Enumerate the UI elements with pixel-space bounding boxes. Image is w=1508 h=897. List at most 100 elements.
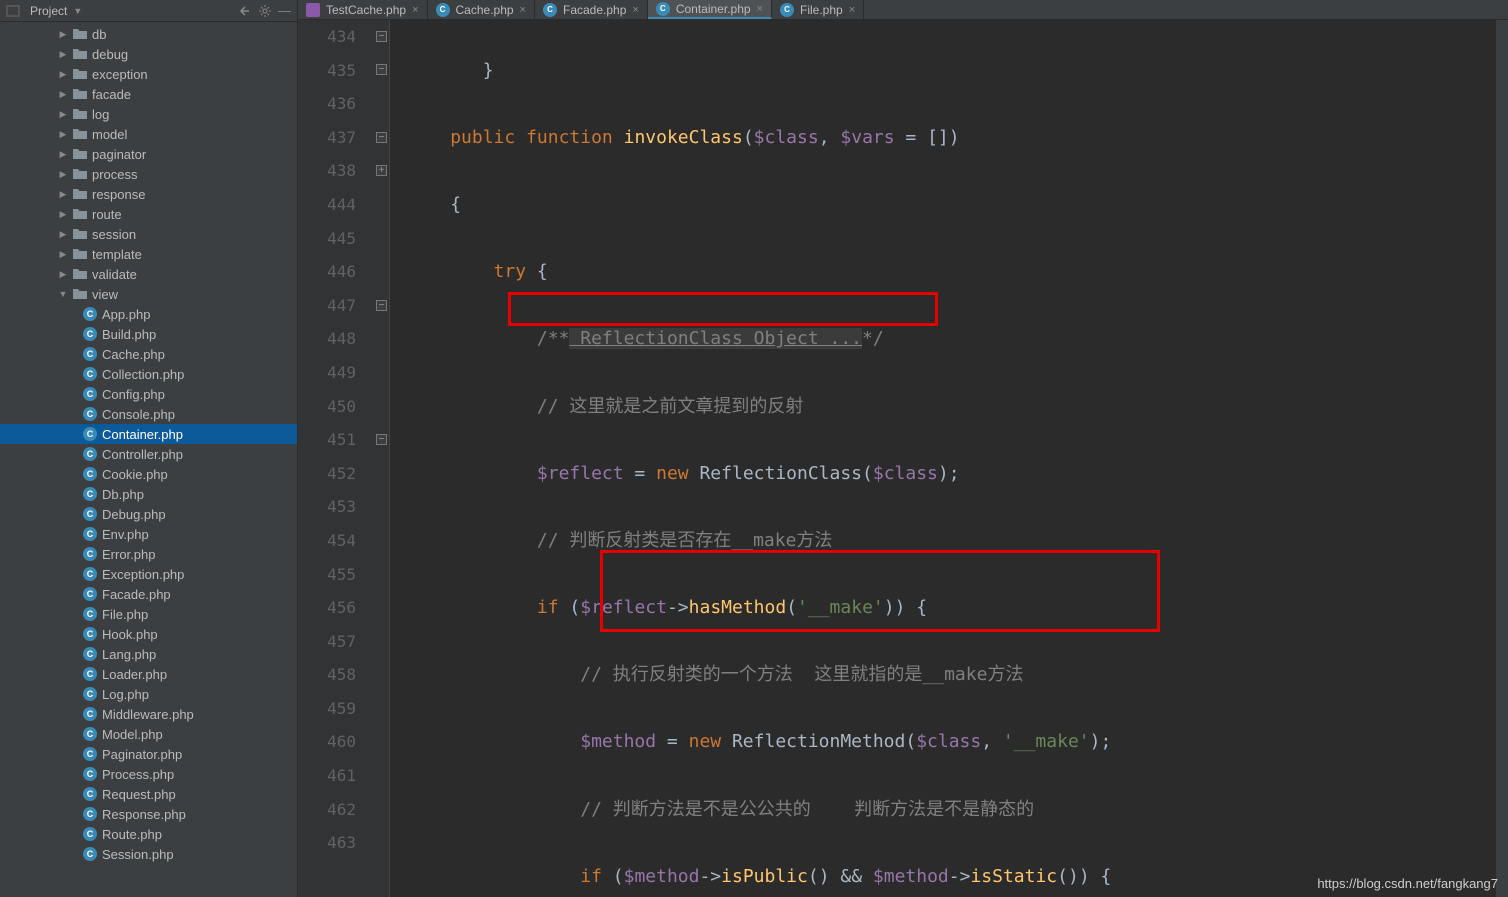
editor-tab[interactable]: CCache.php× bbox=[428, 0, 535, 19]
tree-folder-session[interactable]: ▶session bbox=[0, 224, 297, 244]
tab-label: TestCache.php bbox=[326, 3, 406, 17]
chevron-right-icon: ▶ bbox=[58, 169, 68, 180]
fold-marker[interactable]: − bbox=[376, 434, 387, 445]
tree-file[interactable]: CSession.php bbox=[0, 844, 297, 864]
tree-file[interactable]: CException.php bbox=[0, 564, 297, 584]
chevron-right-icon: ▶ bbox=[58, 89, 68, 100]
minimize-icon[interactable]: — bbox=[278, 3, 291, 18]
tree-item-label: debug bbox=[92, 47, 128, 62]
tree-folder-db[interactable]: ▶db bbox=[0, 24, 297, 44]
file-icon: C bbox=[780, 3, 794, 17]
tree-file[interactable]: CConfig.php bbox=[0, 384, 297, 404]
tree-folder-facade[interactable]: ▶facade bbox=[0, 84, 297, 104]
project-tree[interactable]: ▶db▶debug▶exception▶facade▶log▶model▶pag… bbox=[0, 22, 297, 897]
code-editor[interactable]: 4344354364374384444454464474484494504514… bbox=[298, 20, 1508, 897]
editor-scrollbar[interactable] bbox=[1496, 20, 1508, 897]
php-file-icon: C bbox=[82, 526, 98, 542]
close-icon[interactable]: × bbox=[520, 4, 526, 16]
tree-file[interactable]: CCookie.php bbox=[0, 464, 297, 484]
fold-marker[interactable]: − bbox=[376, 31, 387, 42]
tree-folder-paginator[interactable]: ▶paginator bbox=[0, 144, 297, 164]
chevron-right-icon: ▶ bbox=[58, 129, 68, 140]
tree-file[interactable]: CDebug.php bbox=[0, 504, 297, 524]
tree-folder-model[interactable]: ▶model bbox=[0, 124, 297, 144]
line-number: 437 bbox=[298, 121, 356, 155]
tree-file[interactable]: CDb.php bbox=[0, 484, 297, 504]
tree-file[interactable]: CPaginator.php bbox=[0, 744, 297, 764]
tree-file[interactable]: CCollection.php bbox=[0, 364, 297, 384]
project-label[interactable]: Project bbox=[30, 4, 67, 18]
close-icon[interactable]: × bbox=[632, 4, 638, 16]
tree-file[interactable]: CLang.php bbox=[0, 644, 297, 664]
tree-item-label: Route.php bbox=[102, 827, 162, 842]
fold-marker[interactable]: − bbox=[376, 64, 387, 75]
tree-folder-exception[interactable]: ▶exception bbox=[0, 64, 297, 84]
project-sidebar: Project ▼ — ▶db▶debug▶exception▶facade▶l… bbox=[0, 0, 298, 897]
tree-file[interactable]: CModel.php bbox=[0, 724, 297, 744]
line-number: 451 bbox=[298, 423, 356, 457]
tree-item-label: File.php bbox=[102, 607, 148, 622]
fold-marker[interactable]: − bbox=[376, 132, 387, 143]
editor-tab[interactable]: CFile.php× bbox=[772, 0, 864, 19]
tree-folder-response[interactable]: ▶response bbox=[0, 184, 297, 204]
tree-file[interactable]: CContainer.php bbox=[0, 424, 297, 444]
tree-item-label: Error.php bbox=[102, 547, 155, 562]
tree-file[interactable]: CLog.php bbox=[0, 684, 297, 704]
tree-folder-view[interactable]: ▼view bbox=[0, 284, 297, 304]
line-number: 449 bbox=[298, 356, 356, 390]
tree-file[interactable]: CMiddleware.php bbox=[0, 704, 297, 724]
tree-file[interactable]: CProcess.php bbox=[0, 764, 297, 784]
line-number: 454 bbox=[298, 524, 356, 558]
folder-icon bbox=[72, 207, 88, 221]
fold-marker[interactable]: − bbox=[376, 300, 387, 311]
tree-file[interactable]: CLoader.php bbox=[0, 664, 297, 684]
php-file-icon: C bbox=[82, 306, 98, 322]
php-file-icon: C bbox=[82, 406, 98, 422]
tree-folder-process[interactable]: ▶process bbox=[0, 164, 297, 184]
code-content[interactable]: } public function invokeClass($class, $v… bbox=[390, 20, 1496, 897]
tree-file[interactable]: CResponse.php bbox=[0, 804, 297, 824]
tree-folder-log[interactable]: ▶log bbox=[0, 104, 297, 124]
fold-marker[interactable]: + bbox=[376, 165, 387, 176]
tree-file[interactable]: CRequest.php bbox=[0, 784, 297, 804]
tree-item-label: Request.php bbox=[102, 787, 176, 802]
line-number: 448 bbox=[298, 322, 356, 356]
tree-folder-route[interactable]: ▶route bbox=[0, 204, 297, 224]
close-icon[interactable]: × bbox=[757, 3, 763, 15]
editor-area: TestCache.php×CCache.php×CFacade.php×CCo… bbox=[298, 0, 1508, 897]
folder-icon bbox=[72, 27, 88, 41]
collapse-icon[interactable] bbox=[238, 4, 252, 18]
file-icon bbox=[306, 3, 320, 17]
line-number: 446 bbox=[298, 255, 356, 289]
tree-file[interactable]: CBuild.php bbox=[0, 324, 297, 344]
gear-icon[interactable] bbox=[258, 4, 272, 18]
tree-file[interactable]: CRoute.php bbox=[0, 824, 297, 844]
tree-folder-validate[interactable]: ▶validate bbox=[0, 264, 297, 284]
tree-item-label: Config.php bbox=[102, 387, 165, 402]
editor-tab[interactable]: TestCache.php × bbox=[298, 0, 428, 19]
tree-file[interactable]: CCache.php bbox=[0, 344, 297, 364]
tree-file[interactable]: CHook.php bbox=[0, 624, 297, 644]
tree-file[interactable]: CFile.php bbox=[0, 604, 297, 624]
folder-icon bbox=[72, 87, 88, 101]
tree-file[interactable]: CError.php bbox=[0, 544, 297, 564]
close-icon[interactable]: × bbox=[412, 4, 418, 16]
tree-item-label: Loader.php bbox=[102, 667, 167, 682]
tree-file[interactable]: CEnv.php bbox=[0, 524, 297, 544]
editor-tab[interactable]: CContainer.php× bbox=[648, 0, 772, 19]
close-icon[interactable]: × bbox=[849, 4, 855, 16]
tree-item-label: Db.php bbox=[102, 487, 144, 502]
tree-file[interactable]: CController.php bbox=[0, 444, 297, 464]
folder-icon bbox=[72, 167, 88, 181]
editor-tabs: TestCache.php×CCache.php×CFacade.php×CCo… bbox=[298, 0, 1508, 20]
php-file-icon: C bbox=[82, 846, 98, 862]
tree-file[interactable]: CFacade.php bbox=[0, 584, 297, 604]
dropdown-arrow-icon[interactable]: ▼ bbox=[73, 6, 82, 16]
tree-folder-template[interactable]: ▶template bbox=[0, 244, 297, 264]
tree-file[interactable]: CConsole.php bbox=[0, 404, 297, 424]
tree-file[interactable]: CApp.php bbox=[0, 304, 297, 324]
folder-icon bbox=[72, 247, 88, 261]
tree-item-label: Cache.php bbox=[102, 347, 165, 362]
editor-tab[interactable]: CFacade.php× bbox=[535, 0, 648, 19]
tree-folder-debug[interactable]: ▶debug bbox=[0, 44, 297, 64]
